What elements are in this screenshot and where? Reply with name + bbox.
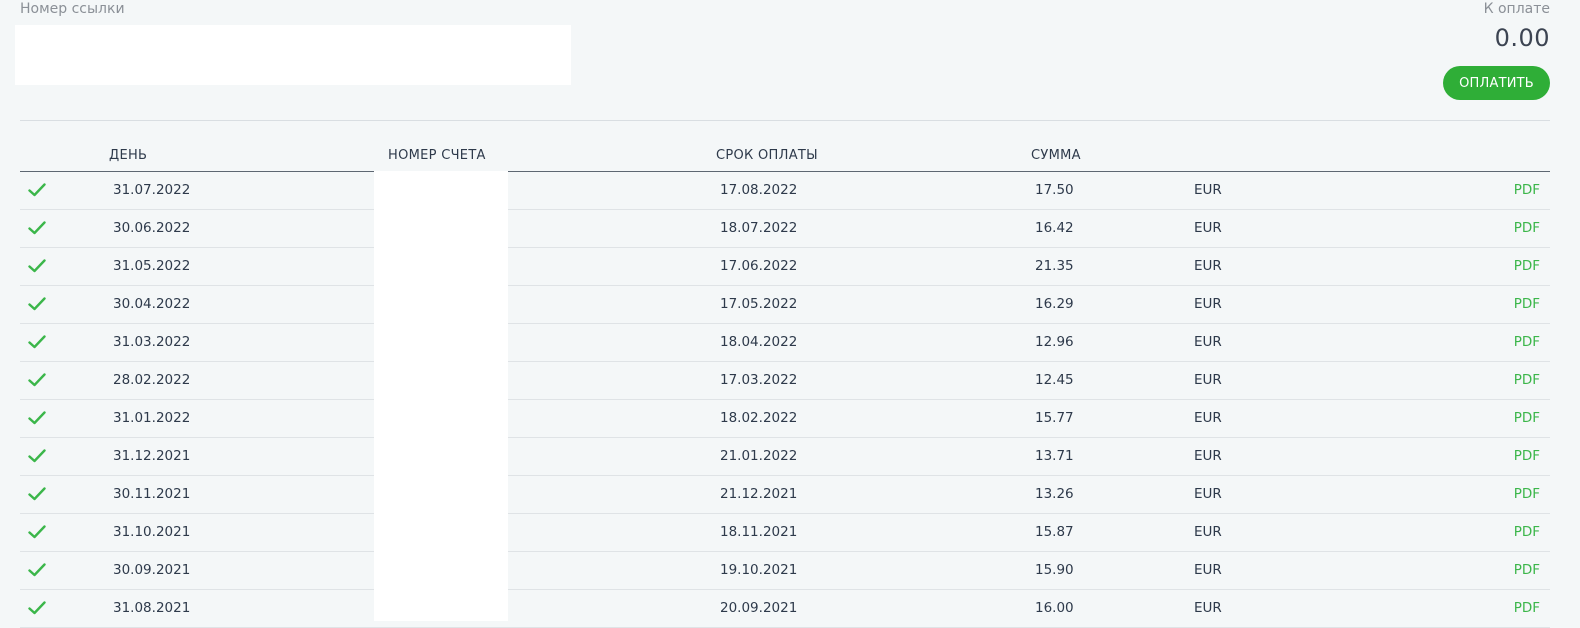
cell-due-date: 18.11.2021 [720,524,798,540]
cell-currency: EUR [1194,600,1222,616]
table-row: 31.10.2021 18.11.2021 15.87 EUR PDF [20,514,1550,552]
cell-amount: 17.50 [1035,182,1074,198]
pdf-download-link[interactable]: PDF [1514,334,1540,350]
pdf-download-link[interactable]: PDF [1514,486,1540,502]
checkmark-icon [28,373,46,387]
cell-due-date: 18.07.2022 [720,220,798,236]
pdf-download-link[interactable]: PDF [1514,410,1540,426]
table-row: 31.07.2022 17.08.2022 17.50 EUR PDF [20,172,1550,210]
pdf-download-link[interactable]: PDF [1514,448,1540,464]
cell-amount: 13.26 [1035,486,1074,502]
table-row: 31.03.2022 18.04.2022 12.96 EUR PDF [20,324,1550,362]
cell-amount: 12.45 [1035,372,1074,388]
checkmark-icon [28,335,46,349]
pdf-download-link[interactable]: PDF [1514,524,1540,540]
checkmark-icon [28,601,46,615]
cell-due-date: 18.04.2022 [720,334,798,350]
pdf-download-link[interactable]: PDF [1514,296,1540,312]
cell-day: 31.08.2021 [113,600,191,616]
pdf-download-link[interactable]: PDF [1514,182,1540,198]
column-header-day[interactable]: ДЕНЬ [109,148,147,163]
cell-amount: 15.90 [1035,562,1074,578]
cell-day: 28.02.2022 [113,372,191,388]
cell-due-date: 20.09.2021 [720,600,798,616]
checkmark-icon [28,411,46,425]
pdf-download-link[interactable]: PDF [1514,600,1540,616]
cell-day: 31.07.2022 [113,182,191,198]
cell-due-date: 17.06.2022 [720,258,798,274]
cell-currency: EUR [1194,296,1222,312]
pdf-download-link[interactable]: PDF [1514,562,1540,578]
cell-day: 30.06.2022 [113,220,191,236]
checkmark-icon [28,297,46,311]
cell-currency: EUR [1194,486,1222,502]
cell-day: 30.11.2021 [113,486,191,502]
pdf-download-link[interactable]: PDF [1514,258,1540,274]
table-row: 30.09.2021 19.10.2021 15.90 EUR PDF [20,552,1550,590]
cell-day: 31.05.2022 [113,258,191,274]
column-header-invoice-number[interactable]: НОМЕР СЧЕТА [388,148,486,163]
redacted-invoice-numbers [374,171,508,621]
cell-currency: EUR [1194,258,1222,274]
cell-day: 30.04.2022 [113,296,191,312]
checkmark-icon [28,563,46,577]
cell-amount: 12.96 [1035,334,1074,350]
cell-day: 31.03.2022 [113,334,191,350]
cell-currency: EUR [1194,334,1222,350]
table-row: 31.05.2022 17.06.2022 21.35 EUR PDF [20,248,1550,286]
cell-due-date: 17.08.2022 [720,182,798,198]
table-row: 31.08.2021 20.09.2021 16.00 EUR PDF [20,590,1550,628]
cell-due-date: 18.02.2022 [720,410,798,426]
checkmark-icon [28,449,46,463]
invoice-table: ДЕНЬ НОМЕР СЧЕТА СРОК ОПЛАТЫ СУММА 31.07… [20,141,1550,628]
cell-amount: 15.87 [1035,524,1074,540]
cell-due-date: 19.10.2021 [720,562,798,578]
cell-currency: EUR [1194,182,1222,198]
cell-amount: 16.29 [1035,296,1074,312]
table-row: 30.04.2022 17.05.2022 16.29 EUR PDF [20,286,1550,324]
cell-amount: 13.71 [1035,448,1074,464]
reference-number-input[interactable] [15,25,571,85]
cell-amount: 16.42 [1035,220,1074,236]
table-row: 30.06.2022 18.07.2022 16.42 EUR PDF [20,210,1550,248]
column-header-amount[interactable]: СУММА [1031,148,1081,163]
table-row: 31.12.2021 21.01.2022 13.71 EUR PDF [20,438,1550,476]
reference-number-label: Номер ссылки [20,1,125,17]
cell-currency: EUR [1194,524,1222,540]
pdf-download-link[interactable]: PDF [1514,372,1540,388]
checkmark-icon [28,221,46,235]
amount-due-value: 0.00 [1494,24,1550,52]
checkmark-icon [28,259,46,273]
checkmark-icon [28,525,46,539]
table-header: ДЕНЬ НОМЕР СЧЕТА СРОК ОПЛАТЫ СУММА [20,141,1550,172]
cell-due-date: 17.05.2022 [720,296,798,312]
cell-currency: EUR [1194,220,1222,236]
pdf-download-link[interactable]: PDF [1514,220,1540,236]
cell-currency: EUR [1194,410,1222,426]
cell-amount: 15.77 [1035,410,1074,426]
checkmark-icon [28,487,46,501]
cell-day: 30.09.2021 [113,562,191,578]
cell-currency: EUR [1194,448,1222,464]
cell-amount: 21.35 [1035,258,1074,274]
table-row: 31.01.2022 18.02.2022 15.77 EUR PDF [20,400,1550,438]
table-row: 30.11.2021 21.12.2021 13.26 EUR PDF [20,476,1550,514]
cell-amount: 16.00 [1035,600,1074,616]
checkmark-icon [28,183,46,197]
cell-day: 31.12.2021 [113,448,191,464]
table-row: 28.02.2022 17.03.2022 12.45 EUR PDF [20,362,1550,400]
cell-due-date: 21.12.2021 [720,486,798,502]
amount-due-label: К оплате [1483,1,1550,17]
section-divider [20,120,1550,121]
cell-due-date: 21.01.2022 [720,448,798,464]
cell-day: 31.01.2022 [113,410,191,426]
cell-due-date: 17.03.2022 [720,372,798,388]
column-header-due-date[interactable]: СРОК ОПЛАТЫ [716,148,818,163]
table-body: 31.07.2022 17.08.2022 17.50 EUR PDF 30.06.202… [20,172,1550,628]
cell-day: 31.10.2021 [113,524,191,540]
pay-button[interactable]: ОПЛАТИТЬ [1443,66,1550,100]
cell-currency: EUR [1194,372,1222,388]
cell-currency: EUR [1194,562,1222,578]
